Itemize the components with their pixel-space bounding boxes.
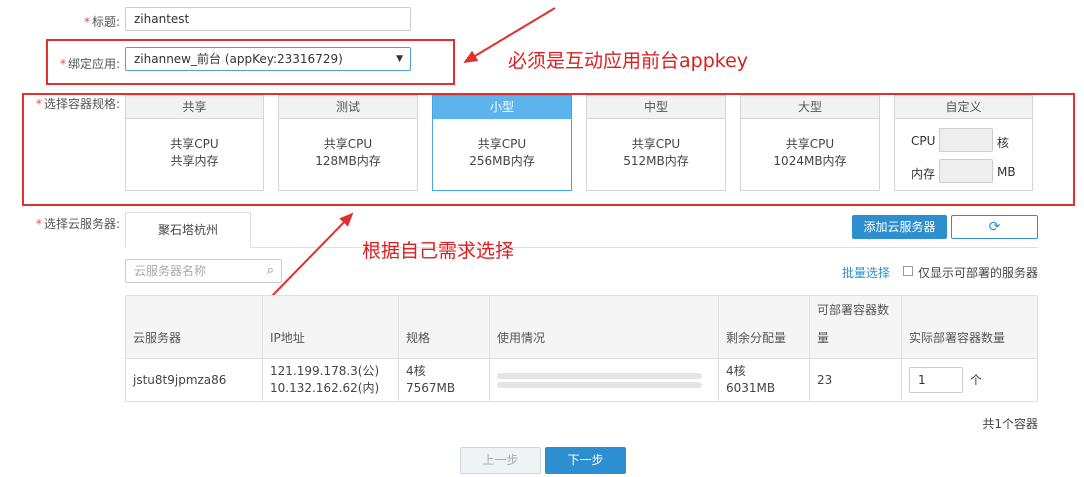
cell-deployable: 23 <box>809 358 902 402</box>
col-ip: IP地址 <box>262 295 399 359</box>
actual-count-input[interactable]: 1 <box>909 367 963 393</box>
arrow-to-app <box>463 7 556 64</box>
remain-mem: 6031MB <box>726 381 776 395</box>
cell-ip: 121.199.178.3(公) 10.132.162.62(内) <box>262 358 399 402</box>
annotation-arrows <box>271 7 556 297</box>
remain-cpu: 4核 <box>726 364 746 378</box>
col-remain: 剩余分配量 <box>718 295 810 359</box>
table-header-row: 云服务器 IP地址 规格 使用情况 剩余分配量 可部署容器数量 实际部署容器数量 <box>125 295 1038 359</box>
cell-actual: 1 个 <box>901 358 1038 402</box>
col-actual: 实际部署容器数量 <box>901 295 1038 359</box>
usage-bar-cpu <box>497 372 702 379</box>
cell-remain: 4核 6031MB <box>718 358 810 402</box>
prev-step-button[interactable]: 上一步 <box>460 447 541 474</box>
cell-spec: 4核 7567MB <box>398 358 490 402</box>
col-server: 云服务器 <box>125 295 263 359</box>
col-usage: 使用情况 <box>489 295 719 359</box>
server-table: 云服务器 IP地址 规格 使用情况 剩余分配量 可部署容器数量 实际部署容器数量… <box>125 295 1038 402</box>
arrow-to-spec <box>271 212 354 297</box>
table-row: jstu8t9jpmza86 121.199.178.3(公) 10.132.1… <box>125 358 1038 402</box>
spec-mem: 7567MB <box>406 381 456 395</box>
cell-server-name: jstu8t9jpmza86 <box>125 358 263 402</box>
spec-cpu: 4核 <box>406 364 426 378</box>
ip-public: 121.199.178.3(公) <box>270 364 380 378</box>
usage-bar-mem <box>497 381 702 388</box>
cell-usage <box>489 358 719 402</box>
col-deployable: 可部署容器数量 <box>809 295 902 359</box>
col-spec: 规格 <box>398 295 490 359</box>
next-step-button[interactable]: 下一步 <box>545 447 626 474</box>
actual-unit: 个 <box>969 373 982 387</box>
ip-private: 10.132.162.62(内) <box>270 381 380 395</box>
total-count: 共1个容器 <box>982 417 1038 431</box>
